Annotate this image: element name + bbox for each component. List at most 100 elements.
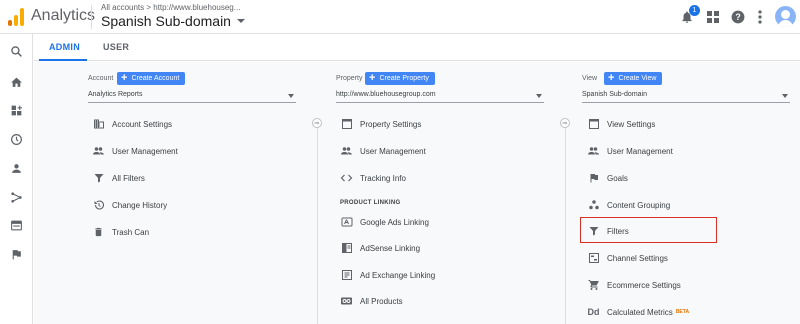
change-history-item[interactable]: Change History [92,197,167,213]
tracking-info-item[interactable]: Tracking Info [340,170,406,186]
people-icon [587,145,600,158]
tab-user[interactable]: USER [103,42,129,52]
more-options-button[interactable] [752,9,768,25]
property-selected: http://www.bluehousegroup.com [336,91,436,98]
building-icon [92,118,105,131]
help-button[interactable]: ? [730,9,746,25]
content-grouping-item[interactable]: Content Grouping [587,197,670,213]
breadcrumb[interactable]: All accounts > http://www.bluehouseg... [101,3,240,12]
behavior-icon[interactable] [8,217,24,233]
settings-window-icon [340,118,353,131]
active-tab-indicator [39,59,87,61]
view-user-management-item[interactable]: User Management [587,143,673,159]
view-settings-item[interactable]: View Settings [587,116,655,132]
acquisition-icon[interactable] [8,189,24,205]
view-label: View [582,75,598,82]
content-grouping-label: Content Grouping [607,200,671,210]
code-icon [340,172,353,185]
account-user-management-item[interactable]: User Management [92,143,178,159]
top-header: Analytics All accounts > http://www.blue… [0,0,800,34]
all-products-item[interactable]: All Products [340,293,403,309]
goals-label: Goals [607,173,628,183]
customization-icon[interactable] [8,102,24,118]
adsense-icon [340,242,353,255]
channel-icon [587,252,600,265]
all-products-label: All Products [360,296,403,306]
column-divider [565,118,566,324]
account-settings-item[interactable]: Account Settings [92,116,172,132]
flag-icon [587,172,600,185]
account-label: Account [88,75,114,82]
product-linking-heading: PRODUCT LINKING [340,200,401,206]
adsense-linking-label: AdSense Linking [360,243,421,253]
ecommerce-settings-label: Ecommerce Settings [607,280,681,290]
view-selector[interactable]: Spanish Sub-domain [582,91,790,103]
left-nav-rail [0,34,33,324]
notification-badge: 1 [689,5,700,16]
ad-exchange-linking-item[interactable]: Ad Exchange Linking [340,267,435,283]
notifications-button[interactable]: 1 [679,5,700,25]
chevron-down-icon [236,19,245,23]
plus-icon: + [369,72,376,84]
all-filters-item[interactable]: All Filters [92,170,145,186]
google-ads-linking-label: Google Ads Linking [360,217,429,227]
apps-button[interactable] [705,9,721,25]
account-user-management-label: User Management [112,146,178,156]
dropdown-arrow-icon [782,94,788,98]
property-user-management-item[interactable]: User Management [340,143,426,159]
channel-settings-item[interactable]: Channel Settings [587,250,668,266]
column-arrow-icon: ⇨ [560,118,570,128]
avatar[interactable] [775,6,796,27]
realtime-clock-icon[interactable] [8,131,24,147]
ad-exchange-linking-label: Ad Exchange Linking [360,270,436,280]
app-name: Analytics [31,7,96,24]
ecommerce-settings-item[interactable]: Ecommerce Settings [587,277,681,293]
admin-content: Account + Create Account Analytics Repor… [34,62,800,324]
filters-highlight [580,217,717,243]
property-selector-dropdown[interactable]: http://www.bluehousegroup.com [336,91,544,103]
property-label: Property [336,75,363,82]
dropdown-arrow-icon [536,94,542,98]
create-property-button[interactable]: + Create Property [365,72,435,85]
account-selected: Analytics Reports [88,91,143,98]
create-property-label: Create Property [379,75,429,82]
tracking-info-label: Tracking Info [360,173,406,183]
create-account-button[interactable]: + Create Account [117,72,186,85]
adsense-linking-item[interactable]: AdSense Linking [340,240,420,256]
tab-admin[interactable]: ADMIN [49,42,80,52]
account-selector[interactable]: Analytics Reports [88,91,296,103]
trash-can-item[interactable]: Trash Can [92,224,149,240]
property-settings-item[interactable]: Property Settings [340,116,421,132]
more-vert-icon [758,10,762,24]
ad-exchange-icon [340,269,353,282]
column-arrow-icon: ⇨ [312,118,322,128]
svg-text:?: ? [735,12,740,22]
trash-can-label: Trash Can [112,227,150,237]
help-icon: ? [731,10,745,24]
header-divider [91,5,92,29]
people-icon [340,145,353,158]
column-divider [317,118,318,324]
shopping-cart-icon [587,279,600,292]
page-title: Spanish Sub-domain [101,13,231,29]
beta-badge: BETA [675,309,690,315]
google-ads-linking-item[interactable]: Google Ads Linking [340,214,429,230]
create-view-button[interactable]: + Create View [604,72,663,85]
trash-icon [92,226,105,239]
calculated-metrics-label: Calculated Metrics [607,307,673,317]
goals-item[interactable]: Goals [587,170,628,186]
audience-person-icon[interactable] [8,160,24,176]
conversions-flag-icon[interactable] [8,246,24,262]
grouping-icon [587,199,600,212]
plus-icon: + [121,72,128,84]
home-icon[interactable] [8,74,24,90]
property-settings-label: Property Settings [360,119,422,129]
calculated-metrics-item[interactable]: Dd Calculated Metrics BETA [587,304,690,320]
create-view-label: Create View [618,75,657,82]
change-history-label: Change History [112,200,168,210]
search-icon[interactable] [8,43,24,59]
history-icon [92,199,105,212]
analytics-logo-icon[interactable] [8,8,24,26]
property-selector[interactable]: Spanish Sub-domain [101,13,245,29]
plus-icon: + [608,72,615,84]
